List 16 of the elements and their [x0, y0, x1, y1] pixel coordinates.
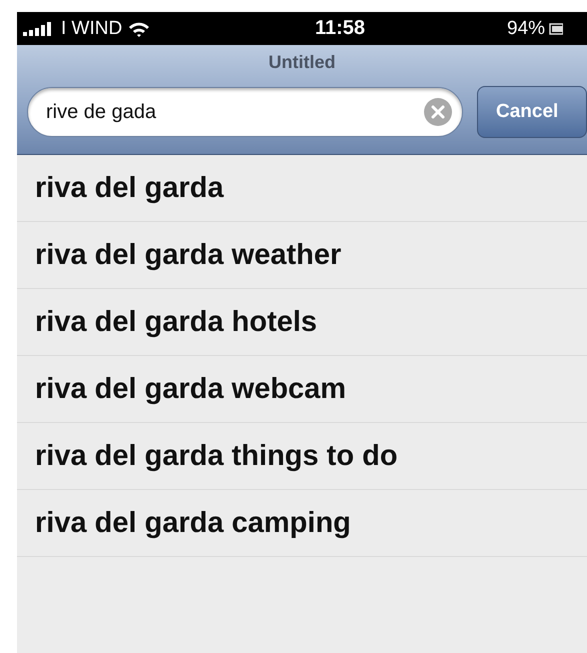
battery-icon — [549, 22, 564, 36]
search-field[interactable]: rive de gada — [27, 87, 463, 137]
wifi-icon — [128, 20, 150, 36]
suggestion-item[interactable]: riva del garda camping — [17, 490, 587, 557]
carrier-name: I WIND — [61, 18, 122, 40]
suggestion-item[interactable]: riva del garda webcam — [17, 356, 587, 423]
suggestion-item[interactable]: riva del garda things to do — [17, 423, 587, 490]
suggestion-item[interactable]: riva del garda hotels — [17, 289, 587, 356]
clear-icon[interactable] — [424, 98, 452, 126]
nav-title: Untitled — [268, 51, 336, 74]
suggestion-item[interactable]: riva del garda — [17, 155, 587, 222]
suggestion-item[interactable]: riva del garda weather — [17, 222, 587, 289]
search-query: rive de gada — [46, 100, 158, 124]
battery-percent: 94% — [507, 18, 546, 40]
clock-time: 11:58 — [314, 17, 366, 40]
cancel-button[interactable]: Cancel — [477, 86, 587, 138]
